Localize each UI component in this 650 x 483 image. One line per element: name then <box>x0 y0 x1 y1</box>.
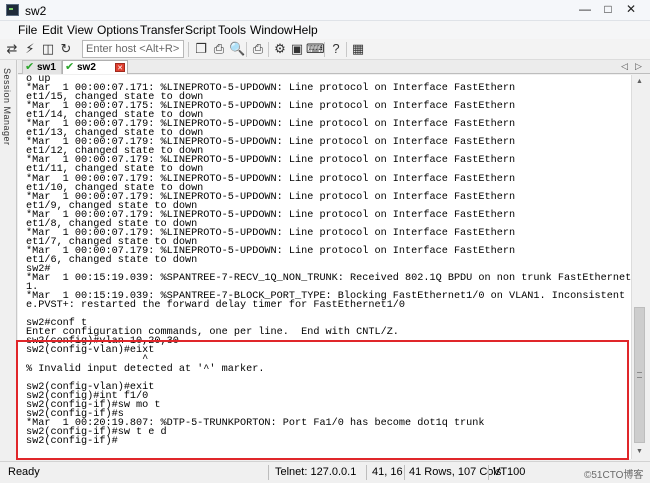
scroll-thumb[interactable] <box>634 307 645 443</box>
tab-bar: ✔ sw1 ✔ sw2 ✕ ◁ ▷ <box>18 60 650 74</box>
status-divider <box>488 465 489 480</box>
toolbar: ⇄ ⚡ ◫ ↻ ❐ ⎙ 🔍 ⎙ ⚙ ▣ ⌨ ? ▦ <box>0 39 650 60</box>
menu-help[interactable]: Help <box>293 23 318 37</box>
menu-transfer[interactable]: Transfer <box>140 23 184 37</box>
terminal-scrollbar[interactable]: ▲ ▼ <box>631 75 646 459</box>
session-manager-label: Session Manager <box>2 68 12 146</box>
image-icon[interactable]: ▦ <box>350 41 366 57</box>
check-icon: ✔ <box>65 61 75 73</box>
menu-window[interactable]: Window <box>250 23 293 37</box>
maximize-button[interactable]: □ <box>597 1 619 18</box>
connect-icon[interactable]: ⇄ <box>4 41 20 57</box>
tab-close-icon[interactable]: ✕ <box>115 63 125 72</box>
toolbar-separator <box>246 42 247 57</box>
menu-edit[interactable]: Edit <box>42 23 63 37</box>
terminal-line: *Mar 1 00:15:19.039: %SPANTREE-7-RECV_1Q… <box>26 273 631 285</box>
help-icon[interactable]: ? <box>328 41 344 57</box>
app-icon <box>6 4 19 16</box>
print-icon[interactable]: ⎙ <box>250 41 266 57</box>
status-bar: Ready Telnet: 127.0.0.1 41, 16 41 Rows, … <box>0 461 650 483</box>
settings-icon[interactable]: ⚙ <box>272 41 288 57</box>
tab-sw2[interactable]: ✔ sw2 ✕ <box>62 60 128 74</box>
status-divider <box>366 465 367 480</box>
status-divider <box>404 465 405 480</box>
keymap-icon[interactable]: ⌨ <box>306 41 325 57</box>
toolbar-separator <box>346 42 347 57</box>
menu-bar: File Edit View Options Transfer Script T… <box>0 21 650 39</box>
quick-connect-icon[interactable]: ⚡ <box>22 41 38 57</box>
terminal-output[interactable]: o up *Mar 1 00:00:07.171: %LINEPROTO-5-UP… <box>18 75 631 459</box>
watermark: ©51CTO博客 <box>584 470 644 481</box>
session-manager-panel[interactable]: Session Manager <box>0 60 17 460</box>
menu-options[interactable]: Options <box>97 23 138 37</box>
toolbar-separator <box>268 42 269 57</box>
close-button[interactable]: ✕ <box>620 1 642 18</box>
status-divider <box>268 465 269 480</box>
copy-icon[interactable]: ❐ <box>193 41 209 57</box>
check-icon: ✔ <box>25 61 35 73</box>
status-ready: Ready <box>8 466 40 478</box>
minimize-button[interactable]: — <box>574 1 596 18</box>
tab-label: sw1 <box>37 62 56 73</box>
connect-tab-icon[interactable]: ◫ <box>40 41 56 57</box>
tab-scroll-right-icon[interactable]: ▷ <box>635 60 642 73</box>
menu-script[interactable]: Script <box>185 23 216 37</box>
terminal-lines: o up *Mar 1 00:00:07.171: %LINEPROTO-5-UP… <box>26 75 631 447</box>
toolbar-separator <box>324 42 325 57</box>
tab-label: sw2 <box>77 62 96 73</box>
tab-scroll-left-icon[interactable]: ◁ <box>621 60 628 73</box>
find-icon[interactable]: 🔍 <box>229 41 245 57</box>
status-terminal-type: VT100 <box>493 466 526 478</box>
host-input[interactable] <box>82 40 184 58</box>
status-connection: Telnet: 127.0.0.1 <box>275 466 357 478</box>
status-cursor: 41, 16 <box>372 466 403 478</box>
terminal-line: sw2(config-if)# <box>26 435 118 447</box>
menu-file[interactable]: File <box>18 23 37 37</box>
scroll-down-icon[interactable]: ▼ <box>632 445 647 459</box>
paste-icon[interactable]: ⎙ <box>211 41 227 57</box>
scroll-up-icon[interactable]: ▲ <box>632 75 647 89</box>
reconnect-icon[interactable]: ↻ <box>58 41 74 57</box>
terminal-line: et1/6, changed state to down <box>26 254 198 266</box>
toolbar-separator <box>188 42 189 57</box>
window-title: sw2 <box>25 4 47 18</box>
menu-view[interactable]: View <box>67 23 93 37</box>
menu-tools[interactable]: Tools <box>218 23 246 37</box>
tab-sw1[interactable]: ✔ sw1 <box>22 60 62 74</box>
terminal-line: e.PVST+: restarted the forward delay tim… <box>26 300 406 312</box>
global-options-icon[interactable]: ▣ <box>289 41 305 57</box>
title-bar: sw2 — □ ✕ <box>0 0 650 21</box>
terminal-line: % Invalid input detected at '^' marker. <box>26 363 265 375</box>
scroll-grip-icon <box>637 372 642 378</box>
